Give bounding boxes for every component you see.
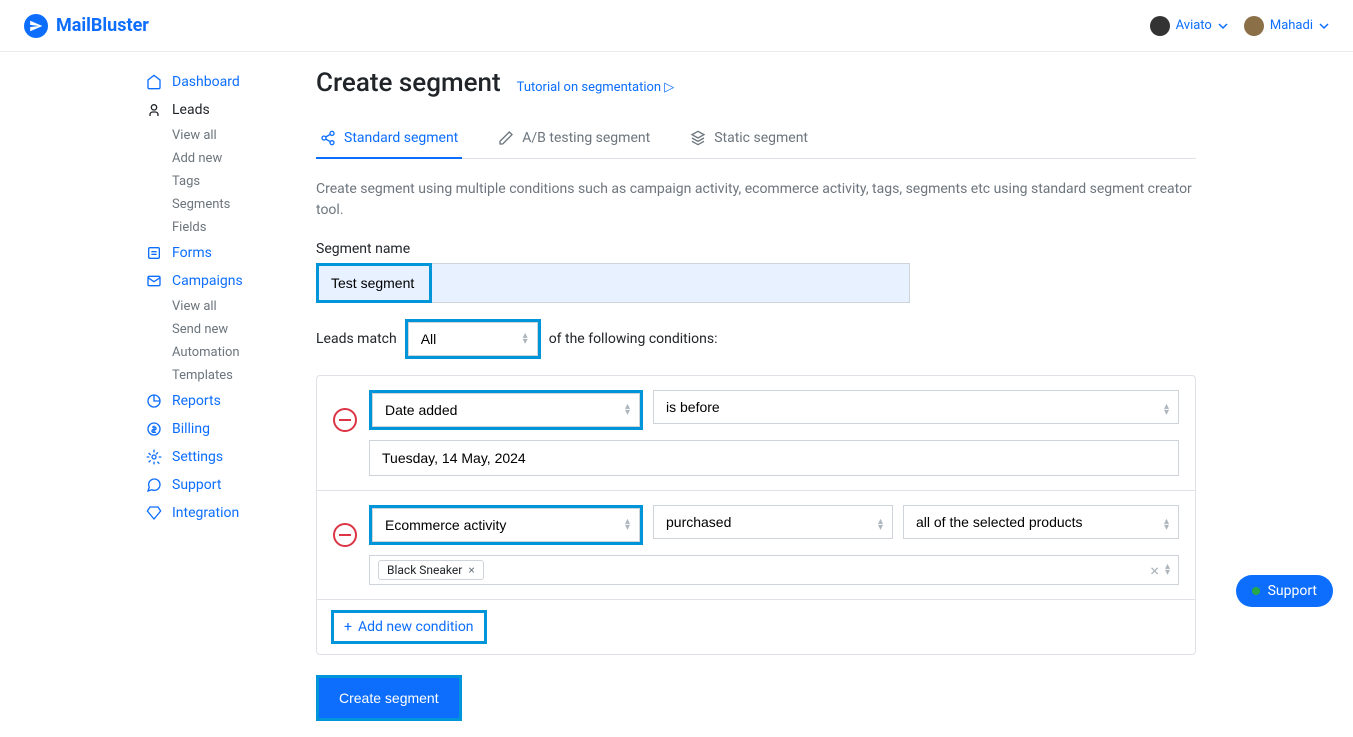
user-avatar — [1244, 16, 1264, 36]
user-menu[interactable]: Mahadi — [1244, 16, 1329, 36]
date-input[interactable] — [369, 440, 1179, 476]
user-name: Mahadi — [1270, 18, 1313, 33]
nav-label: Forms — [172, 245, 212, 261]
sidebar-item-settings[interactable]: Settings — [146, 443, 296, 471]
status-dot-icon — [1252, 587, 1260, 595]
sidebar-sub-view-all[interactable]: View all — [146, 124, 296, 147]
nav-label: Settings — [172, 449, 223, 465]
remove-condition-button[interactable] — [333, 408, 357, 432]
chart-icon — [146, 393, 162, 409]
sidebar-sub-segments[interactable]: Segments — [146, 193, 296, 216]
page-title: Create segment — [316, 68, 501, 98]
add-condition-label: Add new condition — [358, 619, 474, 635]
logo-icon — [24, 14, 48, 38]
create-segment-button[interactable]: Create segment — [319, 678, 459, 718]
product-tag-chip: Black Sneaker × — [378, 560, 484, 580]
pencil-icon — [498, 130, 514, 146]
condition-row: ▴▾ ▴▾ — [317, 376, 1195, 491]
chevron-down-icon — [1218, 21, 1228, 31]
sidebar-sub-automation[interactable]: Automation — [146, 341, 296, 364]
nav-label: Support — [172, 477, 221, 493]
chat-icon — [146, 477, 162, 493]
caret-icon: ▴▾ — [1165, 564, 1170, 576]
scope-select[interactable] — [903, 505, 1179, 539]
tag-label: Black Sneaker — [387, 563, 462, 577]
support-widget[interactable]: Support — [1236, 575, 1333, 607]
match-select[interactable] — [408, 322, 538, 356]
diamond-icon — [146, 505, 162, 521]
match-suffix: of the following conditions: — [549, 331, 718, 347]
dollar-icon — [146, 421, 162, 437]
nav-label: Billing — [172, 421, 210, 437]
sidebar-sub-send-new[interactable]: Send new — [146, 318, 296, 341]
tab-static-segment[interactable]: Static segment — [686, 118, 812, 158]
sidebar-item-billing[interactable]: Billing — [146, 415, 296, 443]
sidebar-sub-add-new[interactable]: Add new — [146, 147, 296, 170]
description-text: Create segment using multiple conditions… — [316, 179, 1196, 221]
remove-condition-button[interactable] — [333, 523, 357, 547]
clear-all-icon[interactable]: × — [1150, 561, 1159, 580]
nav-label: Campaigns — [172, 273, 243, 289]
layers-icon — [690, 130, 706, 146]
tab-standard-segment[interactable]: Standard segment — [316, 118, 462, 158]
sidebar-sub-fields[interactable]: Fields — [146, 216, 296, 239]
match-prefix: Leads match — [316, 331, 397, 347]
brand-logo[interactable]: MailBluster — [24, 14, 149, 38]
brand-name: MailBluster — [56, 15, 149, 36]
nav-label: Reports — [172, 393, 221, 409]
add-condition-button[interactable]: + Add new condition — [334, 613, 484, 641]
product-tag-input[interactable]: Black Sneaker × × ▴▾ — [369, 555, 1179, 585]
operator-select[interactable] — [653, 390, 1179, 424]
chevron-down-icon — [1319, 21, 1329, 31]
sidebar-item-integration[interactable]: Integration — [146, 499, 296, 527]
mail-icon — [146, 273, 162, 289]
tab-label: Standard segment — [344, 130, 458, 146]
field-select[interactable] — [372, 393, 640, 427]
share-icon — [320, 130, 336, 146]
minus-icon — [339, 534, 351, 536]
plus-icon: + — [344, 619, 352, 635]
sidebar-item-dashboard[interactable]: Dashboard — [146, 68, 296, 96]
sidebar-item-leads[interactable]: Leads — [146, 96, 296, 124]
tab-label: Static segment — [714, 130, 808, 146]
gear-icon — [146, 449, 162, 465]
minus-icon — [339, 419, 351, 421]
home-icon — [146, 74, 162, 90]
sidebar-sub-templates[interactable]: Templates — [146, 364, 296, 387]
tab-ab-segment[interactable]: A/B testing segment — [494, 118, 654, 158]
field-select[interactable] — [372, 508, 640, 542]
support-label: Support — [1268, 583, 1317, 599]
segment-name-input[interactable] — [319, 266, 429, 300]
nav-label: Leads — [172, 102, 210, 118]
segment-name-label: Segment name — [316, 241, 1196, 257]
nav-label: Dashboard — [172, 74, 240, 90]
sidebar-sub-tags[interactable]: Tags — [146, 170, 296, 193]
form-icon — [146, 245, 162, 261]
tutorial-link[interactable]: Tutorial on segmentation ▷ — [517, 80, 675, 95]
nav-label: Integration — [172, 505, 239, 521]
account-avatar — [1150, 16, 1170, 36]
operator-select[interactable] — [653, 505, 893, 539]
tab-label: A/B testing segment — [522, 130, 650, 146]
tag-remove-icon[interactable]: × — [468, 563, 474, 577]
sidebar-item-support[interactable]: Support — [146, 471, 296, 499]
account-switcher[interactable]: Aviato — [1150, 16, 1228, 36]
sidebar-item-campaigns[interactable]: Campaigns — [146, 267, 296, 295]
account-name: Aviato — [1176, 18, 1212, 33]
sidebar-item-reports[interactable]: Reports — [146, 387, 296, 415]
sidebar-item-forms[interactable]: Forms — [146, 239, 296, 267]
sidebar-sub-campaigns-view-all[interactable]: View all — [146, 295, 296, 318]
user-icon — [146, 102, 162, 118]
condition-row: ▴▾ ▴▾ ▴▾ Black Sneaker — [317, 491, 1195, 600]
